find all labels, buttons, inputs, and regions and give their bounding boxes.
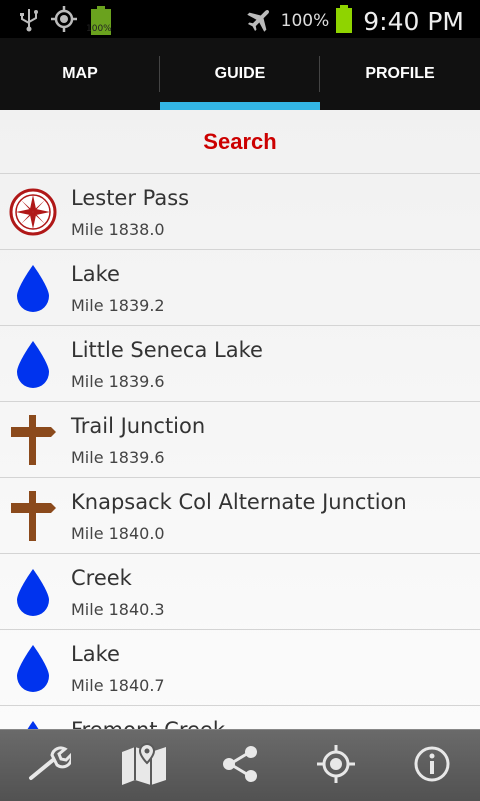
signpost-icon [8, 412, 58, 468]
tab-profile[interactable]: PROFILE [320, 38, 480, 110]
gps-icon [50, 5, 78, 37]
battery-notification-icon: 100% [86, 6, 114, 36]
signpost-icon [8, 488, 58, 544]
item-name: Knapsack Col Alternate Junction [71, 490, 407, 514]
list-item[interactable]: Fremont Creek [0, 706, 480, 729]
share-icon [220, 744, 260, 788]
locate-button[interactable] [288, 730, 384, 801]
battery-icon [335, 5, 353, 37]
list-item[interactable]: Trail Junction Mile 1839.6 [0, 402, 480, 478]
item-name: Lester Pass [71, 186, 190, 210]
item-name: Fremont Creek [71, 718, 225, 729]
item-mile: Mile 1840.7 [71, 676, 165, 695]
tab-map-label: MAP [62, 65, 98, 82]
tab-bar: MAP GUIDE PROFILE [0, 38, 480, 110]
share-button[interactable] [192, 730, 288, 801]
list-item[interactable]: Knapsack Col Alternate Junction Mile 184… [0, 478, 480, 554]
status-icons-left: 100% [18, 5, 114, 37]
water-drop-icon [8, 716, 58, 729]
water-drop-icon [8, 564, 58, 620]
water-drop-icon [8, 640, 58, 696]
search-button[interactable]: Search [0, 110, 480, 174]
item-name: Lake [71, 642, 120, 666]
bottom-action-bar [0, 729, 480, 801]
usb-icon [18, 6, 40, 36]
guide-list[interactable]: Search Lester Pass Mile 1838.0 Lake Mile… [0, 110, 480, 729]
info-button[interactable] [384, 730, 480, 801]
settings-button[interactable] [0, 730, 96, 801]
item-mile: Mile 1840.3 [71, 600, 165, 619]
battery-small-label: 100% [86, 24, 112, 34]
water-drop-icon [8, 336, 58, 392]
tab-guide[interactable]: GUIDE [160, 38, 320, 110]
list-item[interactable]: Creek Mile 1840.3 [0, 554, 480, 630]
battery-percent: 100% [280, 11, 330, 31]
tab-profile-label: PROFILE [365, 65, 435, 82]
list-item[interactable]: Lake Mile 1839.2 [0, 250, 480, 326]
item-name: Lake [71, 262, 120, 286]
item-name: Little Seneca Lake [71, 338, 263, 362]
clock: 9:40 PM [363, 6, 464, 36]
airplane-icon [245, 5, 275, 37]
item-name: Trail Junction [71, 414, 206, 438]
list-item[interactable]: Lake Mile 1840.7 [0, 630, 480, 706]
map-icon [119, 742, 169, 790]
item-mile: Mile 1839.6 [71, 372, 165, 391]
item-mile: Mile 1838.0 [71, 220, 165, 239]
item-mile: Mile 1840.0 [71, 524, 165, 543]
list-item[interactable]: Little Seneca Lake Mile 1839.6 [0, 326, 480, 402]
active-tab-indicator [160, 102, 320, 110]
compass-rose-icon [8, 184, 58, 240]
tab-map[interactable]: MAP [0, 38, 160, 110]
status-bar: 100% 100% 9:40 PM [0, 0, 480, 38]
map-button[interactable] [96, 730, 192, 801]
list-item[interactable]: Lester Pass Mile 1838.0 [0, 174, 480, 250]
info-icon [413, 745, 451, 787]
item-name: Creek [71, 566, 132, 590]
water-drop-icon [8, 260, 58, 316]
item-mile: Mile 1839.6 [71, 448, 165, 467]
locate-icon [315, 743, 357, 789]
wrench-icon [25, 744, 73, 788]
item-mile: Mile 1839.2 [71, 296, 165, 315]
status-icons-right: 100% 9:40 PM [245, 5, 464, 37]
tab-guide-label: GUIDE [214, 65, 266, 82]
